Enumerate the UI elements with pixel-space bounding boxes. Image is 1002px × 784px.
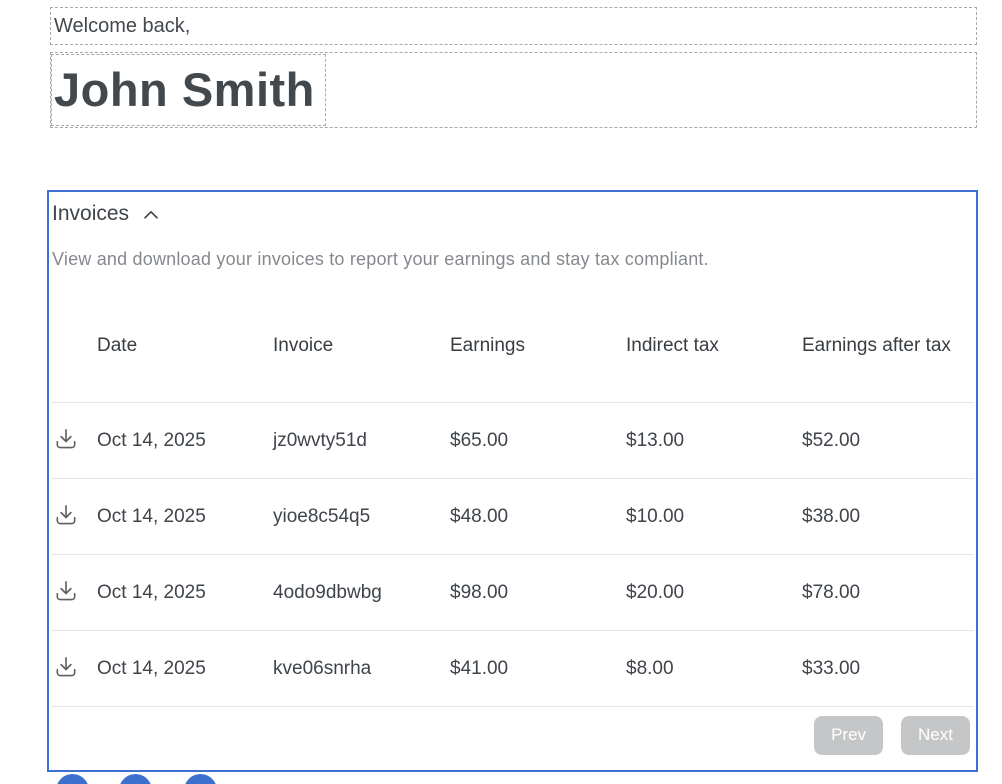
cell-invoice-id: jz0wvty51d — [273, 430, 450, 452]
cell-indirect-tax: $10.00 — [626, 506, 802, 528]
cell-earnings: $48.00 — [450, 506, 626, 528]
action-dot-button[interactable] — [184, 774, 217, 784]
cell-date: Oct 14, 2025 — [97, 506, 273, 528]
welcome-greeting-box[interactable]: Welcome back, — [50, 7, 977, 45]
download-icon — [52, 578, 80, 607]
welcome-greeting-text: Welcome back, — [54, 15, 190, 38]
cell-indirect-tax: $20.00 — [626, 582, 802, 604]
cell-invoice-id: 4odo9dbwbg — [273, 582, 450, 604]
cell-date: Oct 14, 2025 — [97, 430, 273, 452]
invoices-section[interactable]: Invoices View and download your invoices… — [47, 190, 978, 772]
cell-date: Oct 14, 2025 — [97, 658, 273, 680]
column-header-indirect-tax: Indirect tax — [626, 326, 802, 366]
invoices-table: Date Invoice Earnings Indirect tax Earni… — [51, 289, 974, 763]
column-header-invoice: Invoice — [273, 326, 450, 366]
download-invoice-button[interactable] — [52, 654, 80, 683]
action-dot-button[interactable] — [119, 774, 152, 784]
cell-invoice-id: yioe8c54q5 — [273, 506, 450, 528]
cell-earnings: $65.00 — [450, 430, 626, 452]
action-dot-button[interactable] — [56, 774, 89, 784]
download-icon — [52, 654, 80, 683]
column-header-date: Date — [97, 326, 273, 366]
download-invoice-button[interactable] — [52, 502, 80, 531]
cell-earnings-after-tax: $33.00 — [802, 658, 974, 680]
cell-indirect-tax: $8.00 — [626, 658, 802, 680]
prev-page-button[interactable]: Prev — [814, 716, 883, 755]
table-row: Oct 14, 2025 4odo9dbwbg $98.00 $20.00 $7… — [51, 554, 974, 630]
cell-invoice-id: kve06snrha — [273, 658, 450, 680]
cell-indirect-tax: $13.00 — [626, 430, 802, 452]
download-invoice-button[interactable] — [52, 426, 80, 455]
column-header-earnings: Earnings — [450, 326, 626, 366]
invoices-description: View and download your invoices to repor… — [51, 249, 974, 270]
invoices-title: Invoices — [52, 202, 129, 226]
pagination-bar: Prev Next — [51, 706, 974, 763]
cell-earnings-after-tax: $52.00 — [802, 430, 974, 452]
table-row: Oct 14, 2025 yioe8c54q5 $48.00 $10.00 $3… — [51, 478, 974, 554]
download-icon — [52, 426, 80, 455]
cell-earnings: $98.00 — [450, 582, 626, 604]
user-name-container[interactable]: John Smith — [50, 52, 977, 128]
table-row: Oct 14, 2025 kve06snrha $41.00 $8.00 $33… — [51, 630, 974, 706]
cell-date: Oct 14, 2025 — [97, 582, 273, 604]
column-header-earnings-after-tax: Earnings after tax — [802, 326, 974, 366]
download-icon — [52, 502, 80, 531]
cell-earnings: $41.00 — [450, 658, 626, 680]
cell-earnings-after-tax: $38.00 — [802, 506, 974, 528]
invoices-header[interactable]: Invoices — [51, 200, 974, 226]
download-invoice-button[interactable] — [52, 578, 80, 607]
cell-earnings-after-tax: $78.00 — [802, 582, 974, 604]
next-page-button[interactable]: Next — [901, 716, 970, 755]
chevron-up-icon[interactable] — [140, 202, 162, 226]
table-header-row: Date Invoice Earnings Indirect tax Earni… — [51, 289, 974, 402]
table-row: Oct 14, 2025 jz0wvty51d $65.00 $13.00 $5… — [51, 402, 974, 478]
user-name-text[interactable]: John Smith — [51, 54, 326, 126]
